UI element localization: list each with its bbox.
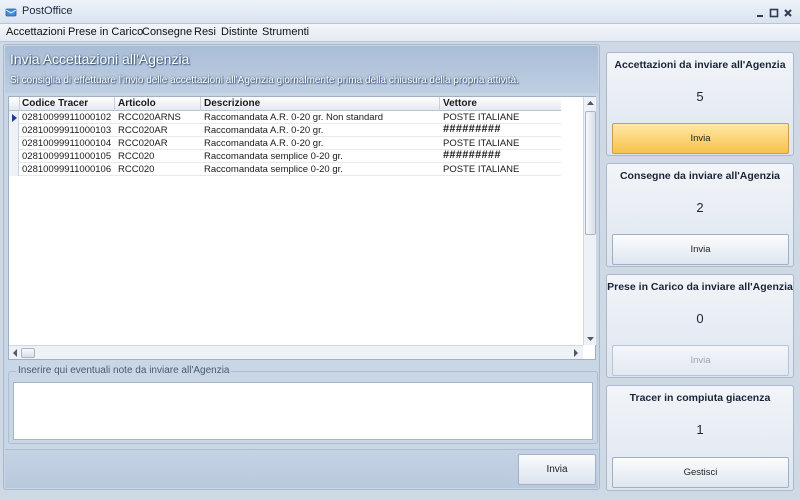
- column-header-codice-tracer[interactable]: Codice Tracer: [22, 98, 88, 109]
- table-row[interactable]: 02810099911000106 RCC020 Raccomandata se…: [9, 163, 561, 176]
- scroll-up-icon[interactable]: [587, 100, 594, 106]
- send-prese-in-carico-button[interactable]: Invia: [612, 345, 789, 376]
- close-icon[interactable]: [783, 8, 793, 18]
- menu-accettazioni[interactable]: Accettazioni: [6, 26, 65, 38]
- send-consegne-button[interactable]: Invia: [612, 234, 789, 265]
- card-prese-in-carico: Prese in Carico da inviare all'Agenzia 0…: [606, 274, 794, 378]
- cell-vettore: #########: [443, 149, 501, 161]
- scroll-right-icon[interactable]: [573, 349, 579, 357]
- cell-vettore: POSTE ITALIANE: [443, 112, 520, 123]
- cell-tracer: 02810099911000103: [22, 125, 112, 136]
- cell-descrizione: Raccomandata semplice 0-20 gr.: [204, 164, 343, 175]
- row-selector[interactable]: [9, 111, 19, 124]
- card-title: Tracer in compiuta giacenza: [629, 392, 771, 404]
- card-compiuta-giacenza: Tracer in compiuta giacenza 1 Gestisci: [606, 385, 794, 491]
- title-bar: PostOffice: [0, 0, 800, 24]
- card-count: 1: [696, 422, 704, 437]
- bottom-bar: Invia: [5, 449, 598, 488]
- minimize-icon[interactable]: [755, 8, 765, 18]
- app-icon: [5, 8, 17, 17]
- tracer-grid[interactable]: Codice Tracer Articolo Descrizione Vetto…: [8, 96, 596, 360]
- table-row[interactable]: 02810099911000105 RCC020 Raccomandata se…: [9, 149, 561, 163]
- menu-distinte[interactable]: Distinte: [221, 26, 258, 38]
- menu-strumenti[interactable]: Strumenti: [262, 26, 309, 38]
- column-header-descrizione[interactable]: Descrizione: [204, 98, 260, 109]
- window-title: PostOffice: [22, 5, 73, 17]
- cell-tracer: 02810099911000104: [22, 138, 112, 149]
- card-count: 5: [696, 89, 704, 104]
- card-consegne: Consegne da inviare all'Agenzia 2 Invia: [606, 163, 794, 267]
- page-header: Invia Accettazioni all'Agenzia Si consig…: [5, 46, 598, 93]
- cell-articolo: RCC020AR: [118, 138, 168, 149]
- send-button[interactable]: Invia: [518, 454, 596, 485]
- gestisci-button[interactable]: Gestisci: [612, 457, 789, 488]
- notes-input[interactable]: [13, 382, 593, 440]
- card-count: 0: [696, 311, 704, 326]
- scroll-down-icon[interactable]: [587, 336, 594, 342]
- menu-consegne[interactable]: Consegne: [142, 26, 192, 38]
- cell-descrizione: Raccomandata A.R. 0-20 gr.: [204, 125, 324, 136]
- cell-descrizione: Raccomandata A.R. 0-20 gr. Non standard: [204, 112, 384, 123]
- cell-vettore: POSTE ITALIANE: [443, 164, 520, 175]
- column-header-vettore[interactable]: Vettore: [443, 98, 477, 109]
- grid-header: Codice Tracer Articolo Descrizione Vetto…: [9, 97, 561, 111]
- notes-group: Inserire qui eventuali note da inviare a…: [8, 365, 598, 444]
- card-title: Prese in Carico da inviare all'Agenzia: [607, 281, 793, 293]
- cell-articolo: RCC020: [118, 151, 155, 162]
- card-title: Accettazioni da inviare all'Agenzia: [614, 59, 786, 71]
- card-count: 2: [696, 200, 704, 215]
- notes-label: Inserire qui eventuali note da inviare a…: [16, 365, 232, 376]
- scroll-left-icon[interactable]: [12, 349, 18, 357]
- card-accettazioni: Accettazioni da inviare all'Agenzia 5 In…: [606, 52, 794, 156]
- horizontal-scroll-thumb[interactable]: [21, 348, 35, 358]
- cell-tracer: 02810099911000102: [22, 112, 112, 123]
- cell-articolo: RCC020AR: [118, 125, 168, 136]
- send-accettazioni-button[interactable]: Invia: [612, 123, 789, 154]
- row-selector[interactable]: [9, 150, 19, 163]
- cell-tracer: 02810099911000106: [22, 164, 112, 175]
- cell-articolo: RCC020ARNS: [118, 112, 181, 123]
- cell-descrizione: Raccomandata A.R. 0-20 gr.: [204, 138, 324, 149]
- page-subtitle: Si consiglia di effettuare l'invio delle…: [10, 75, 519, 86]
- row-selector[interactable]: [9, 137, 19, 150]
- maximize-icon[interactable]: [769, 8, 779, 18]
- horizontal-scrollbar[interactable]: [9, 345, 583, 359]
- row-selector[interactable]: [9, 163, 19, 176]
- cell-descrizione: Raccomandata semplice 0-20 gr.: [204, 151, 343, 162]
- vertical-scrollbar[interactable]: [583, 97, 596, 345]
- cell-vettore: #########: [443, 123, 501, 135]
- card-title: Consegne da inviare all'Agenzia: [619, 170, 781, 182]
- menu-resi[interactable]: Resi: [194, 26, 216, 38]
- row-pointer-icon: [12, 114, 17, 122]
- menu-prese-in-carico[interactable]: Prese in Carico: [68, 26, 143, 38]
- table-row[interactable]: 02810099911000103 RCC020AR Raccomandata …: [9, 123, 561, 137]
- cell-vettore: POSTE ITALIANE: [443, 138, 520, 149]
- row-selector[interactable]: [9, 124, 19, 137]
- cell-articolo: RCC020: [118, 164, 155, 175]
- column-header-articolo[interactable]: Articolo: [118, 98, 156, 109]
- page-title: Invia Accettazioni all'Agenzia: [10, 51, 190, 67]
- main-panel: Invia Accettazioni all'Agenzia Si consig…: [3, 44, 600, 490]
- vertical-scroll-thumb[interactable]: [585, 111, 596, 235]
- menu-bar: Accettazioni Prese in Carico Consegne Re…: [0, 24, 800, 42]
- cell-tracer: 02810099911000105: [22, 151, 112, 162]
